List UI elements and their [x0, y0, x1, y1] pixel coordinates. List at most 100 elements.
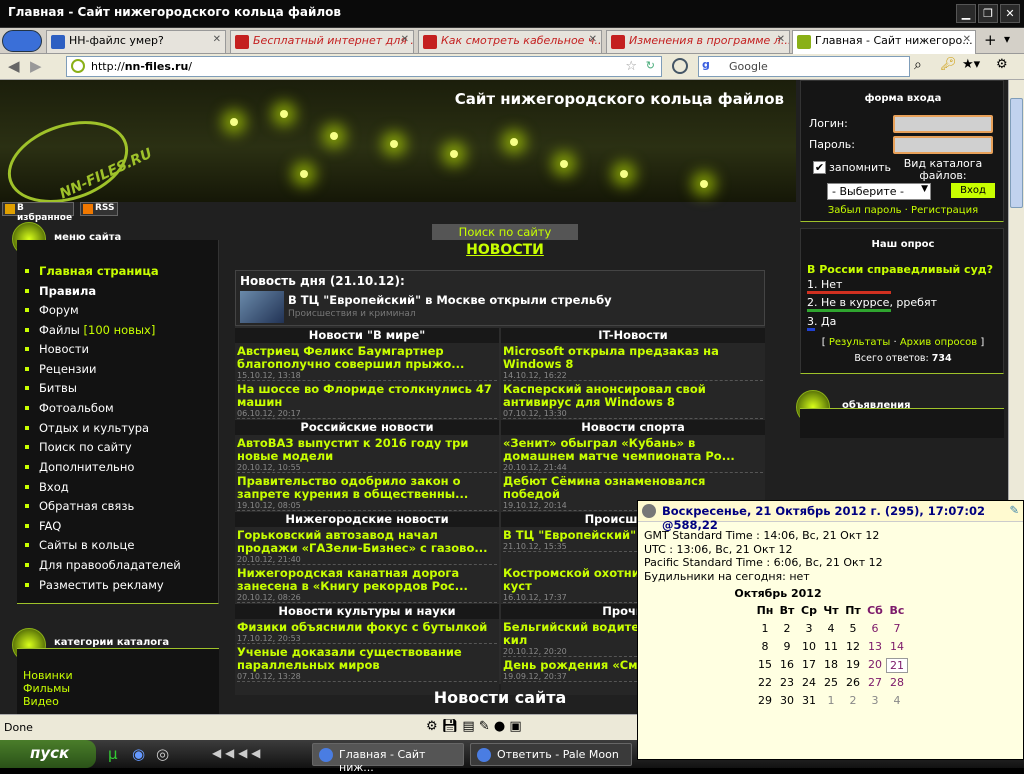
category-films[interactable]: Фильмы	[23, 682, 70, 695]
maximize-icon[interactable]: ❐	[978, 4, 998, 23]
calendar-day[interactable]: 4	[886, 694, 908, 707]
calendar-day[interactable]: 19	[842, 658, 864, 671]
news-link[interactable]: Физики объяснили фокус с бутылкой	[237, 621, 497, 634]
calendar-day[interactable]: 8	[754, 640, 776, 653]
menu-item-rightholders[interactable]: Для правообладателей	[25, 558, 181, 572]
menu-item-search[interactable]: Поиск по сайту	[25, 440, 132, 454]
calendar-day[interactable]: 25	[820, 676, 842, 689]
menu-item-news[interactable]: Новости	[25, 342, 89, 356]
news-of-day-title[interactable]: В ТЦ "Европейский" в Москве открыли стре…	[288, 293, 612, 307]
news-link[interactable]: Ученые доказали существование параллельн…	[237, 646, 497, 672]
tab-4[interactable]: Изменения в программе л... ✕	[606, 30, 790, 53]
calendar-day[interactable]: 27	[864, 676, 886, 689]
settings-icon[interactable]: ✎	[1009, 503, 1019, 517]
menu-item-photoalbum[interactable]: Фотоальбом	[25, 401, 114, 415]
status-tool-icons[interactable]: ⚙ 💾︎ ▤ ✎ ● ▣	[426, 719, 522, 734]
key-icon[interactable]: 🔑︎	[940, 57, 957, 72]
media-quicklaunch-icon[interactable]: ◎	[156, 745, 169, 763]
calendar-day[interactable]: 15	[754, 658, 776, 671]
tab-3[interactable]: Как смотреть кабельное ч... ✕	[418, 30, 602, 53]
forward-icon[interactable]: ▶	[30, 57, 42, 75]
browser-quicklaunch-icon[interactable]: ◉	[132, 745, 145, 763]
calendar-day[interactable]: 17	[798, 658, 820, 671]
news-link[interactable]: Горьковский автозавод начал продажи «ГАЗ…	[237, 529, 497, 555]
calendar-day[interactable]: 20	[864, 658, 886, 671]
news-link[interactable]: «Зенит» обыграл «Кубань» в домашнем матч…	[503, 437, 763, 463]
calendar-day[interactable]: 30	[776, 694, 798, 707]
back-icon[interactable]: ◀	[8, 57, 20, 75]
minimize-icon[interactable]: ▁	[956, 4, 976, 23]
menu-item-forum[interactable]: Форум	[25, 303, 79, 317]
calendar-day[interactable]: 4	[820, 622, 842, 635]
calendar-day[interactable]: 29	[754, 694, 776, 707]
reload-icon[interactable]: ↻	[646, 59, 655, 72]
calendar-day[interactable]: 11	[820, 640, 842, 653]
new-tab-icon[interactable]: +	[984, 31, 997, 49]
calendar-day[interactable]: 10	[798, 640, 820, 653]
calendar-day[interactable]: 3	[798, 622, 820, 635]
browser-menu-button[interactable]	[2, 30, 42, 52]
calendar-day[interactable]: 16	[776, 658, 798, 671]
news-link[interactable]: На шоссе во Флориде столкнулись 47 машин	[237, 383, 497, 409]
task-button[interactable]: Ответить - Pale Moon	[470, 743, 632, 766]
add-to-favorites-button[interactable]: В избранное	[2, 202, 74, 223]
calendar-day[interactable]: 14	[886, 640, 908, 653]
menu-item-faq[interactable]: FAQ	[24, 519, 61, 533]
tab-5-active[interactable]: Главная - Сайт нижегоро... ✕	[792, 30, 976, 54]
calendar-day[interactable]: 28	[886, 676, 908, 689]
category-new[interactable]: Новинки	[23, 669, 73, 682]
calendar-day[interactable]: 21	[886, 658, 908, 673]
menu-item-advertise[interactable]: Разместить рекламу	[25, 578, 164, 592]
calendar-day[interactable]: 1	[754, 622, 776, 635]
news-link[interactable]: Дебют Сёмина ознаменовался победой	[503, 475, 763, 501]
news-thumbnail[interactable]	[240, 291, 284, 323]
close-icon[interactable]: ✕	[1000, 4, 1020, 23]
menu-item-feedback[interactable]: Обратная связь	[24, 499, 134, 513]
calendar-day[interactable]: 6	[864, 622, 886, 635]
menu-item-battles[interactable]: Битвы	[25, 381, 77, 395]
close-tab-icon[interactable]: ✕	[401, 34, 409, 45]
site-search-link[interactable]: Поиск по сайту	[432, 224, 578, 240]
tab-2[interactable]: Бесплатный интернет для ... ✕	[230, 30, 414, 53]
news-link[interactable]: АвтоВАЗ выпустит к 2016 году три новые м…	[237, 437, 497, 463]
poll-archive-link[interactable]: Архив опросов	[900, 337, 977, 348]
rss-button[interactable]: RSS	[80, 202, 118, 216]
close-tab-icon[interactable]: ✕	[963, 34, 971, 45]
calendar-day[interactable]: 2	[776, 622, 798, 635]
search-input[interactable]: g Google	[698, 56, 910, 77]
password-input[interactable]	[893, 136, 993, 154]
calendar-day[interactable]: 31	[798, 694, 820, 707]
calendar-day[interactable]: 22	[754, 676, 776, 689]
close-tab-icon[interactable]: ✕	[777, 34, 785, 45]
calendar-day[interactable]: 23	[776, 676, 798, 689]
calendar-day[interactable]: 7	[886, 622, 908, 635]
catalog-view-select[interactable]: - Выберите - ▼	[827, 183, 931, 200]
tab-1[interactable]: НН-файлс умер? ✕	[46, 30, 226, 53]
menu-item-extra[interactable]: Дополнительно	[24, 460, 134, 474]
quicklaunch-more-icon[interactable]: ◀ ◀ ◀ ◀	[212, 746, 260, 760]
calendar-day[interactable]: 1	[820, 694, 842, 707]
news-link[interactable]: Касперский анонсировал свой антивирус дл…	[503, 383, 763, 409]
menu-item-leisure[interactable]: Отдых и культура	[24, 421, 149, 435]
menu-item-reviews[interactable]: Рецензии	[25, 362, 97, 376]
utorrent-icon[interactable]: µ	[108, 745, 118, 763]
calendar-day[interactable]: 9	[776, 640, 798, 653]
forgot-password-link[interactable]: Забыл пароль	[828, 205, 902, 216]
search-go-icon[interactable]: ⌕	[914, 57, 922, 73]
category-video[interactable]: Видео	[23, 695, 59, 708]
tools-icon[interactable]: ⚙	[996, 57, 1008, 72]
news-link[interactable]: Microsoft открыла предзаказ на Windows 8	[503, 345, 763, 371]
calendar-day[interactable]: 13	[864, 640, 886, 653]
login-submit-button[interactable]: Вход	[951, 183, 995, 198]
login-input[interactable]	[893, 115, 993, 133]
poll-results-link[interactable]: Результаты	[829, 337, 890, 348]
news-link[interactable]: Нижегородская канатная дорога занесена в…	[237, 567, 497, 593]
remember-checkbox[interactable]: ✔	[813, 161, 826, 174]
calendar-day[interactable]: 26	[842, 676, 864, 689]
calendar-day[interactable]: 18	[820, 658, 842, 671]
scrollbar-thumb[interactable]	[1010, 98, 1023, 208]
tab-list-icon[interactable]: ▾	[1004, 32, 1010, 46]
menu-item-rules[interactable]: Правила	[24, 284, 96, 298]
bookmark-star-icon[interactable]: ☆	[625, 59, 637, 74]
start-button[interactable]: пуск	[0, 740, 96, 768]
